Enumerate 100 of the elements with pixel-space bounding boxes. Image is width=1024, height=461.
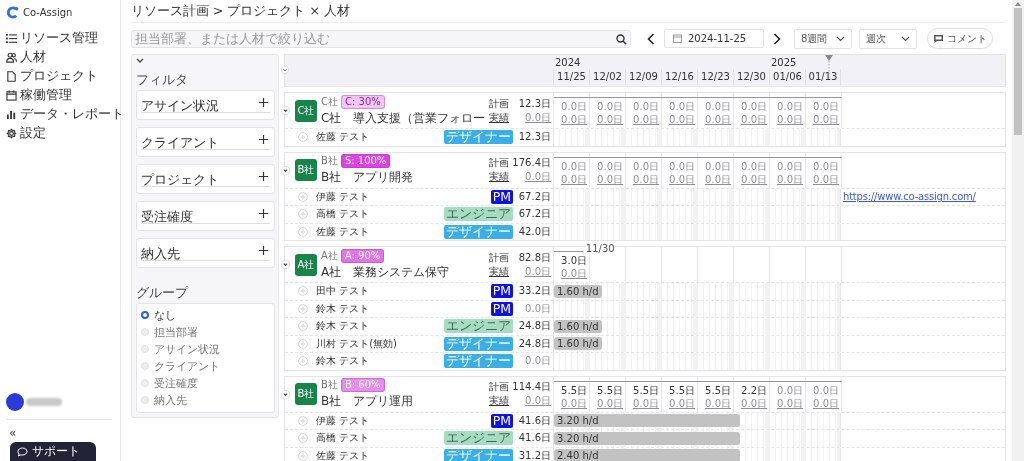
- actual-value[interactable]: 0.0日: [705, 114, 731, 125]
- scroll-up-icon[interactable]: [1015, 2, 1021, 6]
- add-circle-icon[interactable]: [298, 303, 308, 314]
- member-total: 0.0日: [524, 301, 552, 316]
- member-name: 鈴木 テスト: [316, 319, 371, 334]
- actual-value[interactable]: 0.0日: [633, 397, 659, 409]
- period-end-label: 11/30: [585, 244, 615, 254]
- actual-total[interactable]: 0.0日: [525, 171, 551, 183]
- actual-value[interactable]: 0.0日: [813, 173, 839, 185]
- actual-total[interactable]: 0.0日: [525, 265, 551, 278]
- actual-value[interactable]: 0.0日: [777, 114, 803, 125]
- add-circle-icon[interactable]: [298, 338, 308, 349]
- actual-value[interactable]: 0.0日: [705, 397, 731, 409]
- expand-toggle-icon[interactable]: [281, 66, 289, 74]
- nav-item[interactable]: リソース管理: [6, 30, 120, 46]
- actual-value[interactable]: 0.0日: [561, 173, 587, 185]
- actual-value[interactable]: 0.0日: [741, 173, 767, 185]
- actual-value[interactable]: 0.0日: [741, 397, 767, 409]
- actual-label[interactable]: 実績: [489, 171, 511, 183]
- actual-value[interactable]: 0.0日: [633, 114, 659, 125]
- allocation-bar[interactable]: 1.60 h/d: [554, 284, 602, 298]
- date-field[interactable]: 2024-11-25: [664, 29, 764, 48]
- radio-option[interactable]: 受注確度: [141, 375, 270, 391]
- avatar[interactable]: [6, 393, 24, 411]
- unit-select[interactable]: 週次: [859, 28, 917, 49]
- actual-total[interactable]: 0.0日: [525, 111, 551, 124]
- actual-value[interactable]: 0.0日: [777, 397, 803, 409]
- add-circle-icon[interactable]: [298, 321, 308, 332]
- allocation-bar[interactable]: 3.20 h/d: [554, 414, 740, 428]
- range-select[interactable]: 8週間: [794, 28, 852, 49]
- add-circle-icon[interactable]: [298, 356, 308, 367]
- previous-icon[interactable]: [647, 32, 655, 45]
- actual-value[interactable]: 0.0日: [597, 114, 623, 125]
- radio-button[interactable]: [141, 311, 149, 319]
- calendar-icon: [6, 89, 17, 101]
- expand-toggle-icon[interactable]: [281, 165, 290, 175]
- add-circle-icon[interactable]: [298, 191, 308, 202]
- actual-value[interactable]: 0.0日: [741, 114, 767, 125]
- member-total: 41.6日: [517, 413, 552, 428]
- plan-value: 0.0日: [561, 101, 587, 112]
- actual-value[interactable]: 0.0日: [561, 397, 587, 409]
- add-circle-icon[interactable]: [298, 450, 308, 461]
- actual-label[interactable]: 実績: [489, 265, 511, 278]
- add-circle-icon[interactable]: [298, 209, 308, 220]
- expand-toggle-icon[interactable]: [281, 389, 290, 399]
- expand-toggle-icon[interactable]: [281, 260, 290, 269]
- nav-item[interactable]: 設定: [6, 125, 120, 141]
- nav-item[interactable]: 稼働管理: [6, 87, 120, 103]
- scrollbar[interactable]: [1012, 0, 1024, 461]
- plan-label: 計画: [489, 381, 510, 393]
- actual-value[interactable]: 0.0日: [705, 173, 731, 185]
- support-button[interactable]: サポート: [10, 442, 96, 461]
- actual-value[interactable]: 0.0日: [597, 397, 623, 409]
- radio-option[interactable]: なし: [141, 307, 270, 323]
- actual-value[interactable]: 0.0日: [669, 173, 695, 185]
- radio-option[interactable]: 納入先: [141, 392, 270, 408]
- actual-total[interactable]: 0.0日: [525, 395, 551, 407]
- actual-label[interactable]: 実績: [489, 111, 511, 124]
- filter-card[interactable]: 受注確度: [136, 201, 275, 231]
- actual-value[interactable]: 0.0日: [561, 114, 587, 125]
- radio-option[interactable]: クライアント: [141, 358, 270, 374]
- add-circle-icon[interactable]: [298, 286, 308, 297]
- filter-card[interactable]: アサイン状況: [136, 90, 275, 120]
- add-circle-icon[interactable]: [298, 415, 308, 426]
- member-name: 佐藤 テスト: [316, 448, 371, 461]
- actual-value[interactable]: 0.0日: [813, 397, 839, 409]
- scrollbar-thumb[interactable]: [1014, 8, 1022, 135]
- nav-item[interactable]: データ・レポート: [6, 106, 120, 122]
- actual-value[interactable]: 0.0日: [561, 268, 587, 279]
- section-label: フィルタ: [136, 72, 189, 89]
- actual-value[interactable]: 0.0日: [633, 173, 659, 185]
- collapse-chevron-icon[interactable]: [136, 58, 144, 64]
- radio-option[interactable]: 担当部署: [141, 324, 270, 340]
- filter-card[interactable]: クライアント: [136, 127, 275, 157]
- allocation-bar[interactable]: 1.60 h/d: [554, 319, 602, 333]
- filter-card[interactable]: 納入先: [136, 238, 275, 268]
- add-circle-icon[interactable]: [298, 226, 308, 237]
- nav-item[interactable]: 人材: [6, 49, 120, 65]
- nav-item[interactable]: プロジェクト: [6, 68, 120, 84]
- add-circle-icon[interactable]: [298, 433, 308, 444]
- plan-value: 0.0日: [669, 160, 695, 172]
- actual-label[interactable]: 実績: [489, 395, 511, 407]
- actual-value[interactable]: 0.0日: [597, 173, 623, 185]
- actual-value[interactable]: 0.0日: [813, 114, 839, 125]
- allocation-bar[interactable]: 3.20 h/d: [554, 431, 740, 445]
- radio-option[interactable]: アサイン状況: [141, 341, 270, 357]
- comment-button[interactable]: コメント: [927, 28, 993, 49]
- comment-link[interactable]: https://www.co-assign.com/: [843, 191, 976, 203]
- expand-toggle-icon[interactable]: [281, 106, 290, 115]
- collapse-button[interactable]: «: [6, 420, 120, 442]
- next-icon[interactable]: [773, 32, 781, 45]
- search-field[interactable]: 担当部署、または人材で絞り込む: [131, 29, 631, 48]
- actual-value[interactable]: 0.0日: [669, 397, 695, 409]
- filter-card[interactable]: プロジェクト: [136, 164, 275, 194]
- allocation-bar[interactable]: 1.60 h/d: [554, 337, 602, 351]
- actual-value[interactable]: 0.0日: [777, 173, 803, 185]
- actual-value[interactable]: 0.0日: [669, 114, 695, 125]
- member-name: 佐藤 テスト: [316, 224, 371, 239]
- add-circle-icon[interactable]: [298, 132, 308, 143]
- allocation-bar[interactable]: 2.40 h/d: [554, 449, 740, 461]
